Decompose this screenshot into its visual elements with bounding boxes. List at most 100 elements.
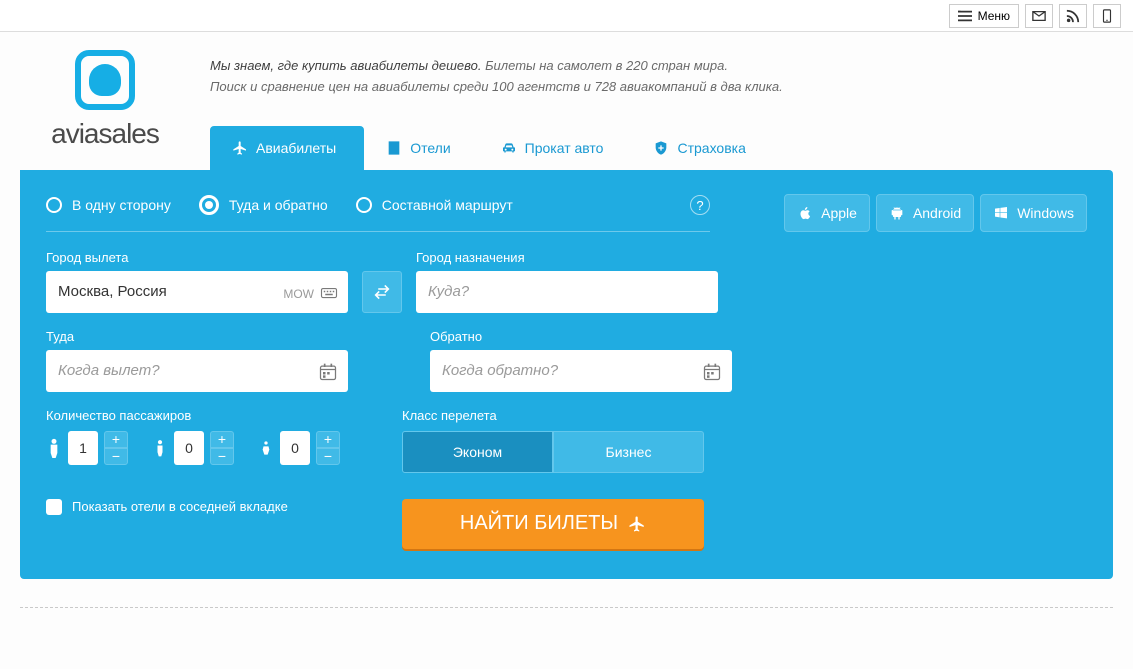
car-icon (501, 140, 517, 156)
divider (20, 607, 1113, 608)
radio-round-trip[interactable]: Туда и обратно (199, 195, 328, 215)
depart-input[interactable] (46, 350, 348, 392)
child-icon (152, 438, 168, 458)
hero: Мы знаем, где купить авиабилеты дешево. … (190, 50, 1113, 170)
class-toggle: Эконом Бизнес (402, 431, 704, 473)
child-plus[interactable]: + (210, 431, 234, 448)
class-label: Класс перелета (402, 408, 704, 423)
menu-label: Меню (978, 9, 1010, 23)
adult-stepper: 1 + − (46, 431, 128, 465)
class-col: Класс перелета Эконом Бизнес НАЙТИ БИЛЕТ… (402, 408, 704, 549)
class-business-label: Бизнес (606, 444, 652, 460)
dest-label: Город назначения (416, 250, 718, 265)
radio-one-way[interactable]: В одну сторону (46, 197, 171, 213)
radio-ring-icon (356, 197, 372, 213)
windows-button[interactable]: Windows (980, 194, 1087, 232)
tab-cars-label: Прокат авто (525, 140, 604, 156)
adult-plus[interactable]: + (104, 431, 128, 448)
class-economy-label: Эконом (453, 444, 502, 460)
infant-minus[interactable]: − (316, 448, 340, 465)
search-button[interactable]: НАЙТИ БИЛЕТЫ (402, 499, 704, 549)
plane-icon (628, 515, 646, 533)
panel-top: В одну сторону Туда и обратно Составной … (46, 194, 1087, 232)
show-hotels-label: Показать отели в соседней вкладке (72, 499, 288, 514)
keyboard-icon[interactable] (320, 284, 338, 302)
main-container: aviasales Мы знаем, где купить авиабилет… (20, 50, 1113, 608)
search-button-label: НАЙТИ БИЛЕТЫ (460, 512, 618, 535)
origin-col: Город вылета MOW (46, 250, 348, 313)
return-input[interactable] (430, 350, 732, 392)
platform-buttons: Apple Android Windows (784, 194, 1087, 232)
adult-minus[interactable]: − (104, 448, 128, 465)
tab-hotels[interactable]: Отели (364, 126, 478, 170)
apple-icon (797, 205, 813, 221)
tab-hotels-label: Отели (410, 140, 450, 156)
search-panel: В одну сторону Туда и обратно Составной … (20, 170, 1113, 579)
tab-flights[interactable]: Авиабилеты (210, 126, 364, 170)
infant-stepper: 0 + − (258, 431, 340, 465)
radio-round-trip-label: Туда и обратно (229, 197, 328, 213)
tab-insurance-label: Страховка (677, 140, 745, 156)
tab-insurance[interactable]: Страховка (631, 126, 773, 170)
apple-label: Apple (821, 205, 857, 221)
logo[interactable]: aviasales (20, 50, 190, 150)
adult-icon (46, 438, 62, 458)
rss-icon (1066, 9, 1080, 23)
top-toolbar: Меню (0, 0, 1133, 32)
android-icon (889, 205, 905, 221)
tagline-strong: Мы знаем, где купить авиабилеты дешево. (210, 58, 481, 73)
radio-ring-icon (46, 197, 62, 213)
depart-col: Туда (46, 329, 348, 392)
shield-icon (653, 140, 669, 156)
class-economy[interactable]: Эконом (402, 431, 553, 473)
passengers-col: Количество пассажиров 1 + − 0 (46, 408, 348, 549)
radio-multi-city[interactable]: Составной маршрут (356, 197, 513, 213)
tagline-rest: Билеты на самолет в 220 стран мира. (481, 58, 728, 73)
menu-button[interactable]: Меню (949, 4, 1019, 28)
mail-button[interactable] (1025, 4, 1053, 28)
plane-icon (232, 140, 248, 156)
child-minus[interactable]: − (210, 448, 234, 465)
logo-mark-icon (75, 50, 135, 110)
return-col: Обратно (430, 329, 732, 392)
origin-label: Город вылета (46, 250, 348, 265)
mobile-icon (1100, 9, 1114, 23)
adult-count: 1 (68, 431, 98, 465)
mobile-button[interactable] (1093, 4, 1121, 28)
return-label: Обратно (430, 329, 732, 344)
child-count: 0 (174, 431, 204, 465)
tab-cars[interactable]: Прокат авто (479, 126, 632, 170)
depart-label: Туда (46, 329, 348, 344)
swap-button[interactable] (362, 271, 402, 313)
checkbox-icon (46, 499, 62, 515)
tagline: Мы знаем, где купить авиабилеты дешево. … (210, 56, 1113, 98)
windows-icon (993, 205, 1009, 221)
infant-plus[interactable]: + (316, 431, 340, 448)
android-label: Android (913, 205, 961, 221)
tagline-line2: Поиск и сравнение цен на авиабилеты сред… (210, 79, 783, 94)
building-icon (386, 140, 402, 156)
radio-multi-city-label: Составной маршрут (382, 197, 513, 213)
help-icon[interactable]: ? (690, 195, 710, 215)
rss-button[interactable] (1059, 4, 1087, 28)
calendar-icon[interactable] (702, 362, 722, 382)
mail-icon (1032, 9, 1046, 23)
radio-ring-icon (199, 195, 219, 215)
show-hotels-checkbox[interactable]: Показать отели в соседней вкладке (46, 499, 348, 515)
search-form: Город вылета MOW Город назначения Туда (46, 250, 766, 549)
dest-input[interactable] (416, 271, 718, 313)
origin-code: MOW (283, 287, 314, 301)
windows-label: Windows (1017, 205, 1074, 221)
apple-button[interactable]: Apple (784, 194, 870, 232)
list-icon (958, 9, 972, 23)
trip-type-selector: В одну сторону Туда и обратно Составной … (46, 194, 710, 232)
calendar-icon[interactable] (318, 362, 338, 382)
child-stepper: 0 + − (152, 431, 234, 465)
class-business[interactable]: Бизнес (553, 431, 704, 473)
passengers-label: Количество пассажиров (46, 408, 348, 423)
radio-one-way-label: В одну сторону (72, 197, 171, 213)
tab-flights-label: Авиабилеты (256, 140, 336, 156)
logo-text: aviasales (51, 118, 159, 150)
infant-icon (258, 438, 274, 458)
android-button[interactable]: Android (876, 194, 974, 232)
